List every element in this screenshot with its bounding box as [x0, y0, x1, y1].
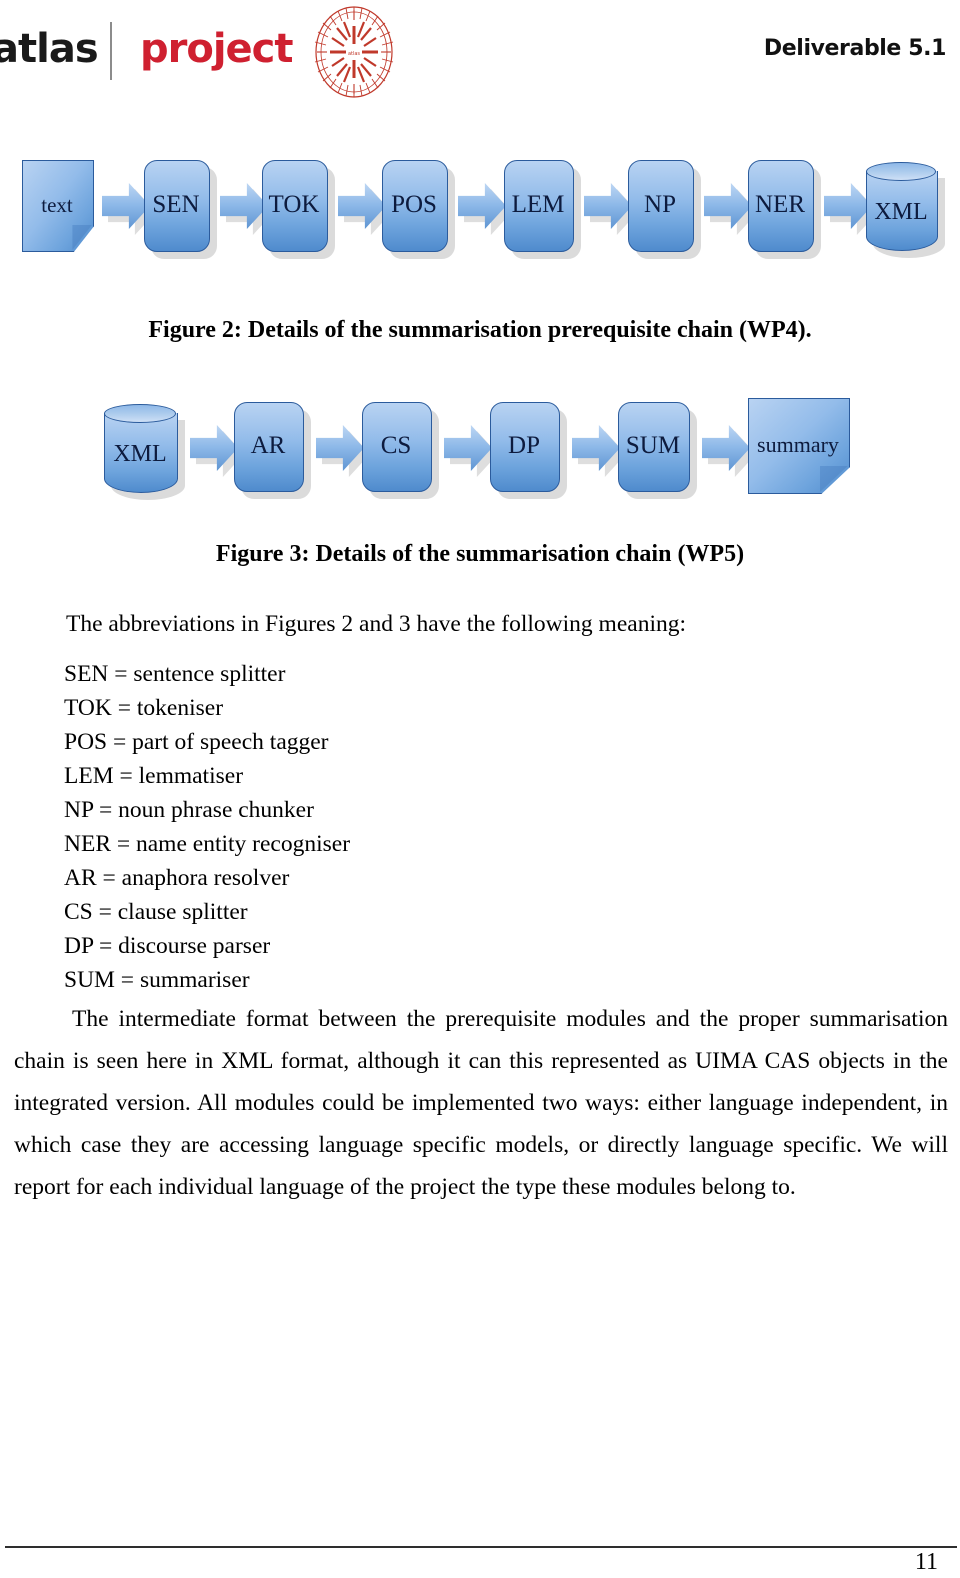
node-dp: DP [490, 402, 560, 492]
node-xml-out: XML [866, 162, 938, 251]
node-label: XML [113, 440, 167, 467]
list-item: CS = clause splitter [64, 899, 248, 925]
figure-3-diagram: XML AR CS DP SUM summary [0, 392, 960, 512]
node-pos: POS [382, 160, 448, 252]
node-label: DP [508, 432, 540, 459]
body-paragraph: The intermediate format between the prer… [14, 1006, 948, 1200]
radial-burst-logo-icon: atlas [302, 4, 406, 100]
figure-2-diagram: text SEN TOK POS LEM NP NER XML [0, 148, 960, 273]
abbreviations-intro: The abbreviations in Figures 2 and 3 hav… [66, 611, 686, 637]
node-sen: SEN [144, 160, 210, 252]
list-item: POS = part of speech tagger [64, 729, 329, 755]
cylinder-top [866, 162, 936, 181]
node-np: NP [628, 160, 694, 252]
node-label: POS [391, 191, 437, 218]
node-ar: AR [234, 402, 304, 492]
summarisation-chain: XML AR CS DP SUM summary [0, 392, 960, 512]
node-tok: TOK [262, 160, 328, 252]
node-lem: LEM [504, 160, 574, 252]
node-label: NER [755, 191, 805, 218]
page-number: 11 [914, 1549, 938, 1575]
node-label: LEM [511, 191, 565, 218]
list-item: SUM = summariser [64, 967, 250, 993]
node-ner: NER [748, 160, 814, 252]
node-summary: summary [748, 398, 850, 494]
node-label: CS [380, 432, 412, 459]
node-label: summary [757, 432, 839, 457]
prerequisite-chain: text SEN TOK POS LEM NP NER XML [0, 148, 960, 273]
node-label: text [41, 192, 73, 217]
node-xml-in: XML [104, 404, 178, 493]
list-item: NP = noun phrase chunker [64, 797, 314, 823]
node-label: SUM [625, 432, 681, 459]
node-label: NP [644, 191, 676, 218]
list-item: NER = name entity recogniser [64, 831, 351, 857]
node-sum: SUM [618, 402, 690, 492]
figure-3-caption: Figure 3: Details of the summarisation c… [215, 541, 745, 567]
svg-text:atlas: atlas [348, 51, 360, 57]
node-label: TOK [268, 191, 320, 218]
cylinder-top [104, 404, 176, 423]
node-label: XML [874, 198, 928, 225]
logo-divider [110, 22, 112, 80]
list-item: DP = discourse parser [64, 933, 271, 959]
list-item: LEM = lemmatiser [64, 763, 244, 789]
list-item: TOK = tokeniser [64, 695, 224, 721]
page-header: atlas project atlas Deliverable 5.1 [0, 0, 960, 110]
node-text: text [22, 160, 94, 252]
deliverable-label: Deliverable 5.1 [763, 36, 946, 61]
footer-divider [5, 1546, 957, 1548]
project-wordmark: project [140, 26, 294, 72]
list-item: SEN = sentence splitter [64, 661, 286, 687]
abbreviation-list: SEN = sentence splitter TOK = tokeniser … [64, 657, 764, 997]
atlas-wordmark: atlas [0, 26, 99, 72]
figure-2-caption: Figure 2: Details of the summarisation p… [148, 317, 812, 343]
node-cs: CS [362, 402, 432, 492]
node-label: AR [250, 432, 286, 459]
list-item: AR = anaphora resolver [64, 865, 290, 891]
node-label: SEN [152, 191, 200, 218]
